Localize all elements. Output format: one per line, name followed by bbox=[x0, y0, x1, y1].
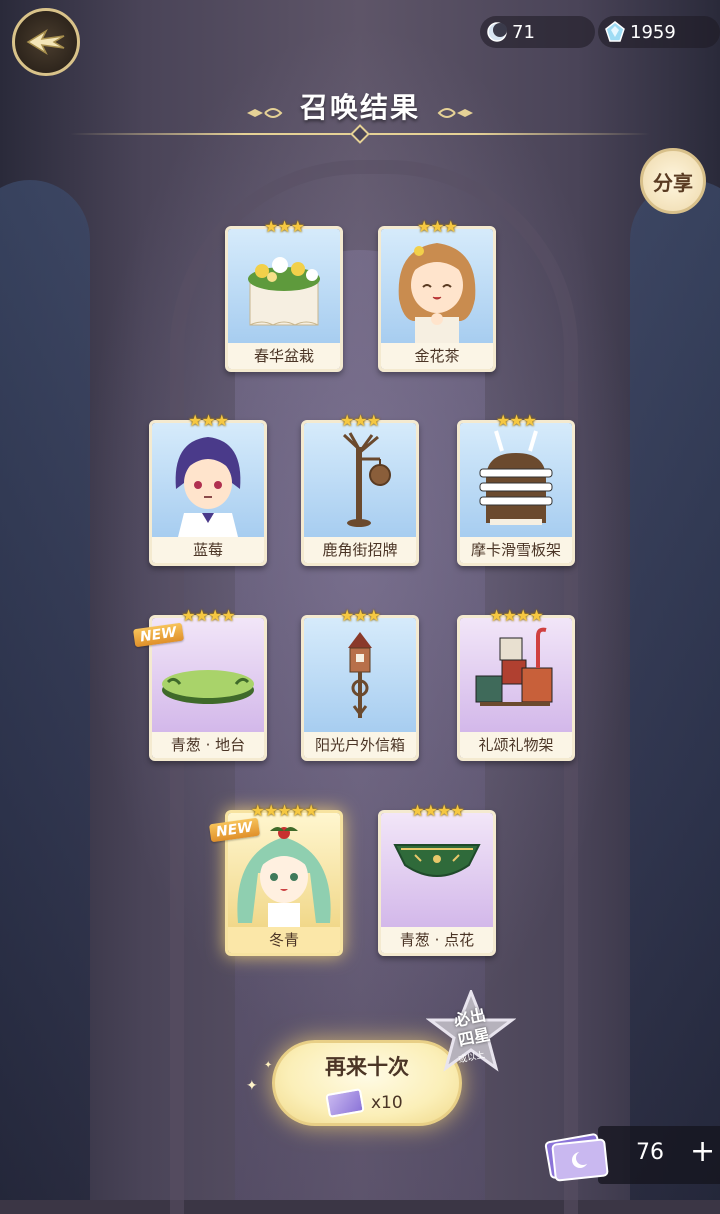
card-name: 礼颂礼物架 bbox=[460, 732, 572, 758]
rarity-stars: ★★★★ bbox=[410, 801, 464, 820]
card-art bbox=[304, 423, 416, 537]
title-bar: 召唤结果 bbox=[0, 86, 720, 126]
result-card[interactable]: ★★★★ 礼颂礼物架 bbox=[457, 606, 575, 761]
rarity-stars: ★★★★ bbox=[181, 606, 235, 625]
gem-currency: 1959 bbox=[604, 16, 676, 48]
card-name: 金花茶 bbox=[381, 343, 493, 369]
card-art bbox=[228, 229, 340, 343]
rarity-stars: ★★★★ bbox=[489, 606, 543, 625]
background-pillar-left bbox=[0, 180, 90, 1200]
rarity-stars: ★★★ bbox=[263, 217, 305, 236]
card-art bbox=[381, 229, 493, 343]
back-button[interactable] bbox=[12, 8, 80, 76]
ticket-count-value: 76 bbox=[636, 1140, 664, 1165]
card-art bbox=[381, 813, 493, 927]
moon-currency-value: 71 bbox=[512, 21, 535, 43]
character-portrait-icon bbox=[398, 243, 476, 343]
result-card[interactable]: ★★★★★ NEW 冬青 bbox=[208, 801, 343, 956]
moon-currency: 71 bbox=[486, 16, 535, 48]
page-title: 召唤结果 bbox=[299, 91, 420, 124]
sparkle-icon: ✦ bbox=[246, 1078, 258, 1094]
result-card[interactable]: ★★★★ NEW 青葱 · 地台 bbox=[132, 606, 267, 761]
back-arrow-icon bbox=[26, 28, 65, 56]
rarity-stars: ★★★ bbox=[416, 217, 458, 236]
card-art bbox=[460, 423, 572, 537]
card-name: 蓝莓 bbox=[152, 537, 264, 563]
gift-rack-icon bbox=[475, 627, 553, 706]
card-name: 春华盆栽 bbox=[228, 343, 340, 369]
summon-cost-value: x10 bbox=[371, 1093, 403, 1113]
ceiling-decoration-icon bbox=[393, 844, 481, 877]
rarity-stars: ★★★ bbox=[495, 411, 537, 430]
card-name: 冬青 bbox=[228, 927, 340, 953]
card-name: 青葱 · 点花 bbox=[381, 927, 493, 953]
background-pillar-right bbox=[630, 180, 720, 1200]
card-name: 摩卡滑雪板架 bbox=[460, 537, 572, 563]
sparkle-icon: ✦ bbox=[264, 1060, 273, 1071]
result-card[interactable]: ★★★ 鹿角街招牌 bbox=[301, 411, 419, 566]
card-name: 阳光户外信箱 bbox=[304, 732, 416, 758]
share-button[interactable]: 分享 bbox=[640, 148, 706, 214]
rarity-stars: ★★★ bbox=[187, 411, 229, 430]
summon-cost: x10 bbox=[325, 1088, 403, 1118]
card-name: 鹿角街招牌 bbox=[304, 537, 416, 563]
result-card[interactable]: ★★★ 金花茶 bbox=[378, 217, 496, 372]
result-card[interactable]: ★★★ 摩卡滑雪板架 bbox=[457, 411, 575, 566]
snowboard-rack-icon bbox=[479, 430, 553, 525]
rarity-stars: ★★★ bbox=[339, 411, 381, 430]
title-right-ornament-icon bbox=[437, 107, 474, 118]
antler-signpost-icon bbox=[342, 432, 391, 527]
result-card[interactable]: ★★★ 春华盆栽 bbox=[225, 217, 343, 372]
character-portrait-icon bbox=[175, 437, 241, 537]
crystal-icon bbox=[605, 21, 625, 42]
mailbox-icon bbox=[348, 632, 372, 718]
card-art bbox=[304, 618, 416, 732]
flower-planter-icon bbox=[248, 257, 320, 326]
card-art bbox=[152, 423, 264, 537]
title-left-ornament-icon bbox=[246, 107, 283, 118]
summon-ticket-icon bbox=[325, 1088, 365, 1118]
card-art bbox=[460, 618, 572, 732]
rarity-stars: ★★★ bbox=[339, 606, 381, 625]
moon-icon bbox=[487, 22, 507, 42]
summon-ticket-stack-icon bbox=[544, 1133, 609, 1182]
rarity-stars: ★★★★★ bbox=[250, 801, 319, 820]
add-tickets-button[interactable]: + bbox=[690, 1134, 715, 1169]
result-card[interactable]: ★★★ 阳光户外信箱 bbox=[301, 606, 419, 761]
gem-currency-value: 1959 bbox=[630, 21, 676, 43]
card-name: 青葱 · 地台 bbox=[152, 732, 264, 758]
result-card[interactable]: ★★★ 蓝莓 bbox=[149, 411, 267, 566]
ticket-counter: 76 + bbox=[598, 1126, 720, 1184]
result-card[interactable]: ★★★★ 青葱 · 点花 bbox=[378, 801, 496, 956]
